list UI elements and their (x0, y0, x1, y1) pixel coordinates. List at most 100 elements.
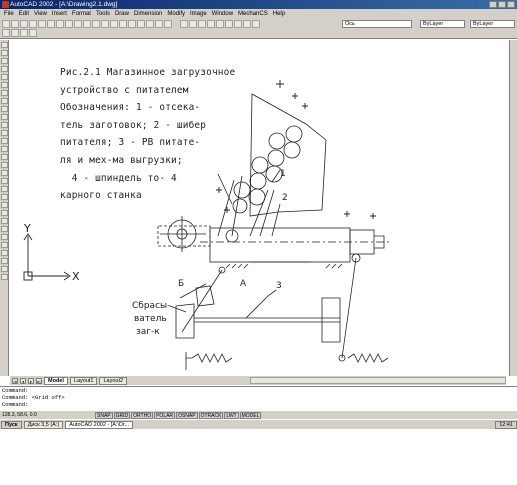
polar-toggle[interactable]: POLAR (154, 411, 176, 419)
menu-edit[interactable]: Edit (19, 11, 29, 17)
properties-icon[interactable] (137, 20, 145, 28)
ortho-toggle[interactable]: ORTHO (131, 411, 154, 419)
tab-layout1[interactable]: Layout1 (69, 376, 98, 385)
break-icon[interactable] (1, 250, 8, 256)
extend-icon[interactable] (1, 242, 8, 248)
command-window[interactable]: Command: Command: <Grid off> Command: (0, 386, 517, 411)
color-dropdown[interactable]: ByLayer (420, 20, 465, 28)
polyline-icon[interactable] (1, 58, 8, 64)
otrack-toggle[interactable]: OTRACK (198, 411, 224, 419)
close-button[interactable] (507, 1, 515, 8)
layer-dropdown[interactable]: Ось (342, 20, 412, 28)
match-properties-icon[interactable] (74, 20, 82, 28)
stretch-icon[interactable] (1, 226, 8, 232)
snap-toggle[interactable]: SNAP (95, 411, 113, 419)
lwt-toggle[interactable]: LWT (224, 411, 239, 419)
hatch-tool-icon[interactable] (1, 138, 8, 144)
construction-line-icon[interactable] (1, 50, 8, 56)
minimize-button[interactable] (489, 1, 497, 8)
menu-tools[interactable]: Tools (96, 11, 110, 17)
paste-icon[interactable] (65, 20, 73, 28)
tab-model[interactable]: Model (44, 376, 68, 385)
text-icon[interactable] (234, 20, 242, 28)
region-icon[interactable] (1, 146, 8, 152)
zoom-realtime-icon[interactable] (110, 20, 118, 28)
rectangle-icon[interactable] (1, 74, 8, 80)
zoom-previous-icon[interactable] (128, 20, 136, 28)
horizontal-scrollbar[interactable] (250, 377, 506, 384)
taskbar-item-autocad[interactable]: AutoCAD 2002 - [A:\Dr... (65, 420, 134, 429)
menu-dimension[interactable]: Dimension (134, 11, 162, 17)
menu-image[interactable]: Image (190, 11, 207, 17)
arc-icon[interactable] (207, 20, 215, 28)
vertical-scrollbar[interactable] (509, 40, 517, 376)
menu-format[interactable]: Format (72, 11, 91, 17)
chamfer-icon[interactable] (1, 258, 8, 264)
array-icon[interactable] (1, 194, 8, 200)
layer-manager-icon[interactable] (252, 20, 260, 28)
print-icon[interactable] (29, 20, 37, 28)
menu-help[interactable]: Help (273, 11, 285, 17)
mtext-icon[interactable] (1, 154, 8, 160)
help-icon[interactable] (164, 20, 172, 28)
zoom-window-icon[interactable] (119, 20, 127, 28)
menu-mechancs[interactable]: MechanCS (238, 11, 268, 17)
menu-view[interactable]: View (34, 11, 47, 17)
circle-icon[interactable] (198, 20, 206, 28)
hatch-icon[interactable] (216, 20, 224, 28)
draw-icon[interactable] (180, 20, 188, 28)
scale-icon[interactable] (1, 218, 8, 224)
command-prompt[interactable]: Command: (2, 401, 517, 408)
spline-icon[interactable] (1, 98, 8, 104)
open-icon[interactable] (11, 20, 19, 28)
point-icon[interactable] (1, 130, 8, 136)
ucs-icon[interactable] (11, 29, 19, 37)
taskbar-item-floppy[interactable]: Диск 3,5 (A:) (23, 420, 64, 429)
fillet-icon[interactable] (1, 266, 8, 272)
model-toggle[interactable]: MODEL (239, 411, 262, 419)
design-center-icon[interactable] (146, 20, 154, 28)
linetype-dropdown[interactable]: ByLayer (470, 20, 515, 28)
offset-icon[interactable] (1, 186, 8, 192)
drawing-area[interactable]: Рис.2.1 Магазинное загрузочное устройство… (10, 40, 506, 376)
menu-modify[interactable]: Modify (167, 11, 185, 17)
line-icon[interactable] (189, 20, 197, 28)
dimension-icon[interactable] (225, 20, 233, 28)
maximize-button[interactable] (498, 1, 506, 8)
polygon-icon[interactable] (1, 66, 8, 72)
make-block-icon[interactable] (1, 122, 8, 128)
block-icon[interactable] (243, 20, 251, 28)
area-icon[interactable] (29, 29, 37, 37)
undo-icon[interactable] (83, 20, 91, 28)
tab-layout2[interactable]: Layout2 (99, 376, 128, 385)
erase-icon[interactable] (1, 162, 8, 168)
prev-tab-icon[interactable]: ◂ (20, 377, 26, 384)
cut-icon[interactable] (47, 20, 55, 28)
copy-icon[interactable] (56, 20, 64, 28)
osnap-toggle[interactable]: OSNAP (176, 411, 198, 419)
last-tab-icon[interactable]: ▸| (36, 377, 42, 384)
start-button[interactable]: Пуск (1, 420, 22, 429)
circle-tool-icon[interactable] (1, 90, 8, 96)
menu-insert[interactable]: Insert (52, 11, 67, 17)
menu-file[interactable]: File (4, 11, 14, 17)
first-tab-icon[interactable]: |◂ (12, 377, 18, 384)
new-icon[interactable] (2, 20, 10, 28)
next-tab-icon[interactable]: ▸ (28, 377, 34, 384)
copy-tool-icon[interactable] (1, 170, 8, 176)
distance-icon[interactable] (20, 29, 28, 37)
trim-icon[interactable] (1, 234, 8, 240)
ellipse-icon[interactable] (1, 106, 8, 112)
save-icon[interactable] (20, 20, 28, 28)
insert-block-icon[interactable] (1, 114, 8, 120)
object-snap-icon[interactable] (2, 29, 10, 37)
menu-draw[interactable]: Draw (115, 11, 129, 17)
mirror-icon[interactable] (1, 178, 8, 184)
redo-icon[interactable] (92, 20, 100, 28)
line-tool-icon[interactable] (1, 42, 8, 48)
rotate-icon[interactable] (1, 210, 8, 216)
menu-window[interactable]: Window (212, 11, 233, 17)
move-icon[interactable] (1, 202, 8, 208)
explode-icon[interactable] (1, 274, 8, 280)
arc-tool-icon[interactable] (1, 82, 8, 88)
